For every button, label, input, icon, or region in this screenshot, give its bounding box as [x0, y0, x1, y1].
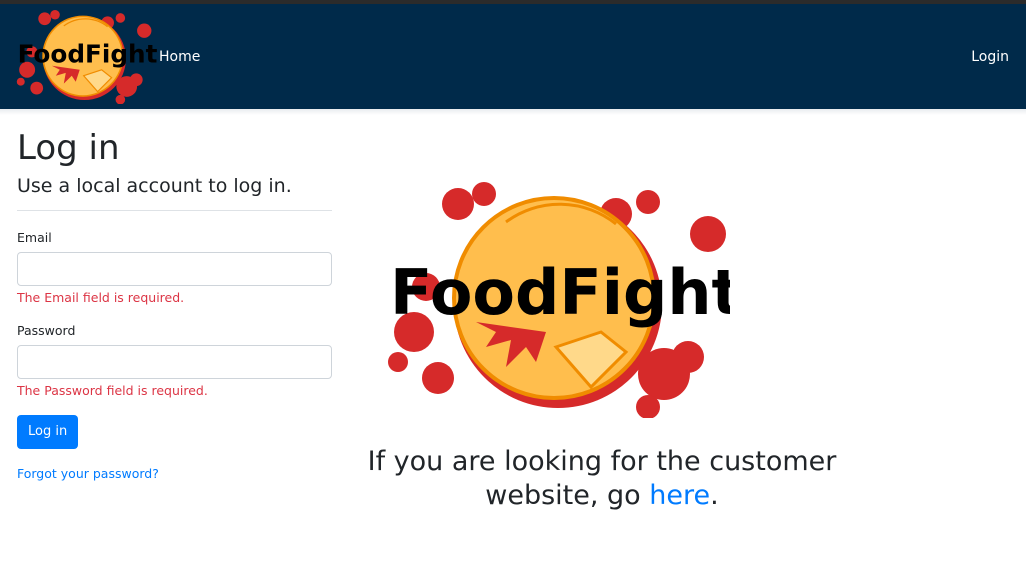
hero-logo: FoodFight	[386, 182, 730, 418]
page-title: Log in	[17, 128, 120, 168]
hero-wordmark: FoodFight	[390, 256, 730, 329]
password-field[interactable]	[17, 345, 332, 379]
foodfight-hero-logo-icon: FoodFight	[388, 182, 730, 418]
divider	[17, 210, 332, 211]
login-button[interactable]: Log in	[17, 415, 79, 449]
nav-login-link[interactable]: Login	[971, 49, 1009, 65]
brand-logo[interactable]: FoodFight	[12, 10, 157, 104]
password-label: Password	[17, 323, 76, 338]
nav-home-link[interactable]: Home	[159, 49, 200, 65]
customer-message-text: If you are looking for the customer webs…	[367, 446, 837, 511]
customer-website-message: If you are looking for the customer webs…	[352, 445, 852, 513]
navbar-shadow	[0, 109, 1026, 115]
customer-message-period: .	[710, 480, 719, 511]
email-label: Email	[17, 230, 52, 245]
logo-wordmark: FoodFight	[18, 40, 157, 69]
customer-website-link[interactable]: here	[649, 480, 710, 511]
foodfight-logo-icon: FoodFight	[16, 10, 157, 104]
navbar: FoodFight Home Login	[0, 4, 1026, 109]
email-error: The Email field is required.	[17, 290, 185, 305]
login-form-section: Log in Use a local account to log in. Em…	[17, 128, 332, 481]
password-error: The Password field is required.	[17, 383, 208, 398]
page-subtitle: Use a local account to log in.	[17, 175, 292, 197]
forgot-password-link[interactable]: Forgot your password?	[17, 466, 332, 481]
email-field[interactable]	[17, 252, 332, 286]
